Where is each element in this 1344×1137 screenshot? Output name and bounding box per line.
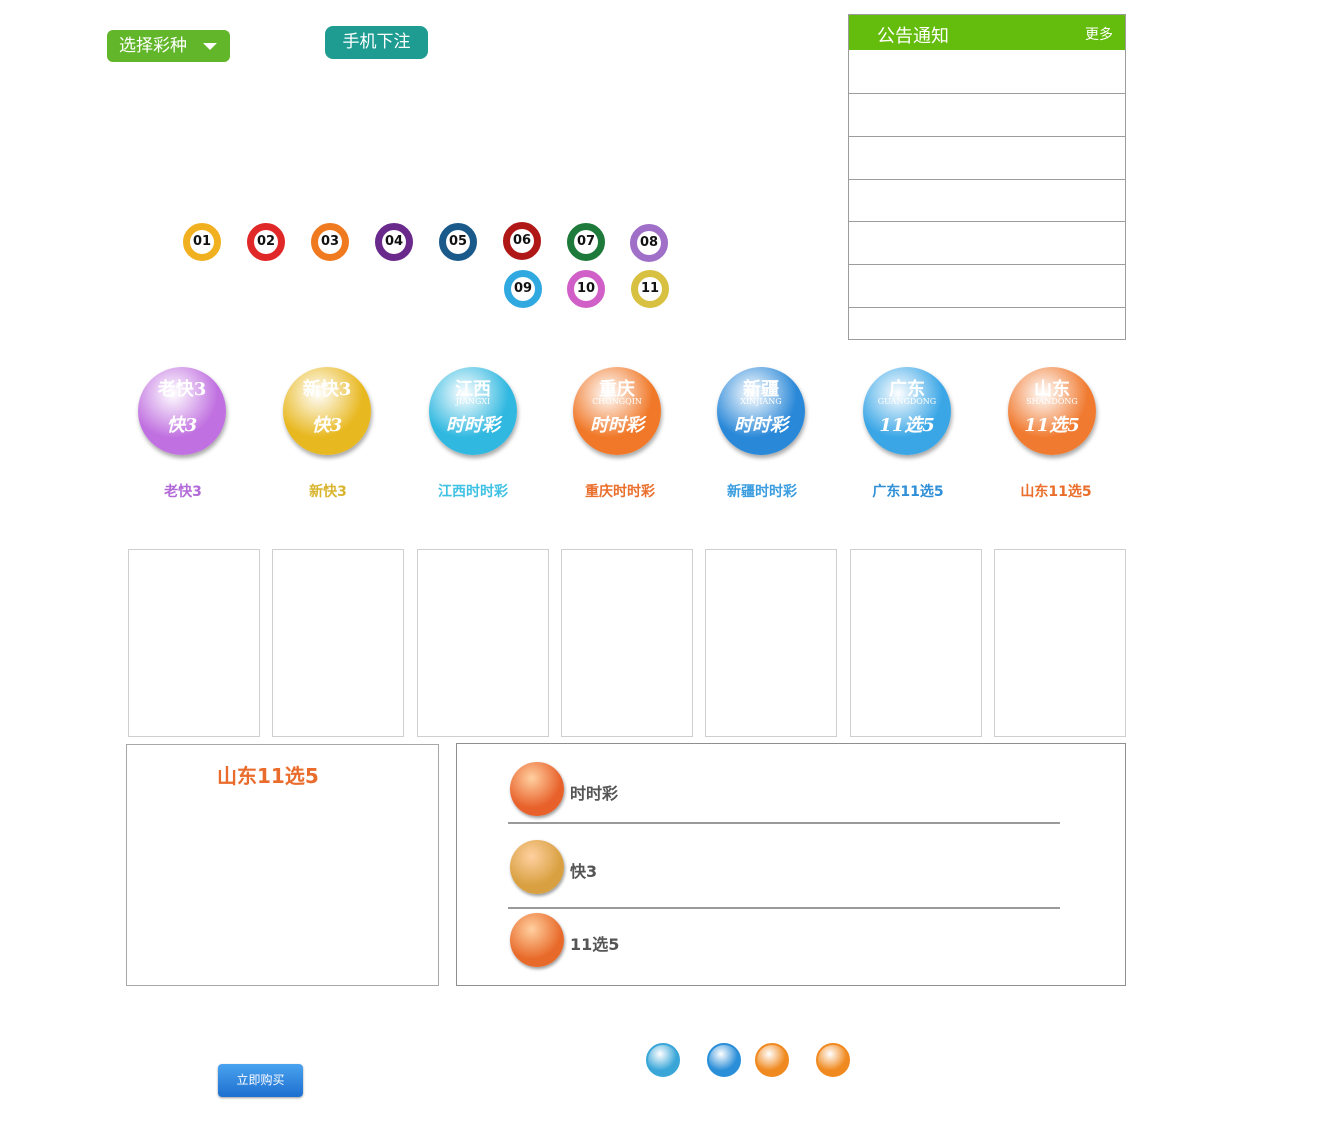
number-ball-label: 11	[638, 277, 662, 301]
mobile-bet-button[interactable]: 手机下注	[325, 26, 428, 59]
notice-panel: 公告通知 更多	[848, 14, 1126, 340]
content-panel-3	[417, 549, 549, 737]
notice-divider	[849, 221, 1125, 222]
lottery-icon[interactable]: 广东 GUANGDONG 11选5	[863, 367, 951, 455]
category-divider	[508, 822, 1060, 824]
lottery-icon-text: 快3	[311, 415, 343, 436]
number-ball[interactable]: 03	[311, 223, 349, 261]
buy-now-button[interactable]: 立即购买	[218, 1064, 303, 1097]
lottery-icon-text: GUANGDONG	[877, 397, 937, 406]
lottery-icon[interactable]: 山东 SHANDONG 11选5	[1008, 367, 1096, 455]
11x5-icon[interactable]	[510, 913, 564, 967]
lottery-icon-text: 11选5	[1024, 415, 1080, 436]
shield-icon[interactable]	[646, 1043, 680, 1077]
notice-divider	[849, 307, 1125, 308]
lottery-label[interactable]: 江西时时彩	[408, 481, 538, 501]
content-panel-7	[994, 549, 1126, 737]
lottery-label[interactable]: 山东11选5	[991, 481, 1121, 501]
compass-icon[interactable]	[707, 1043, 741, 1077]
lottery-icon[interactable]: 重庆 CHONGQIN 时时彩	[573, 367, 661, 455]
lottery-icon-text: JIANGXI	[455, 397, 491, 406]
number-ball[interactable]: 06	[503, 222, 541, 260]
number-ball[interactable]: 09	[504, 270, 542, 308]
category-label[interactable]: 时时彩	[570, 780, 618, 804]
lottery-label[interactable]: 老快3	[118, 481, 248, 501]
lottery-icon[interactable]: 江西 JIANGXI 时时彩	[429, 367, 517, 455]
lottery-icon[interactable]: 新疆 XINJIANG 时时彩	[717, 367, 805, 455]
notice-divider	[849, 179, 1125, 180]
lottery-icon-text: 11选5	[879, 415, 935, 436]
number-ball[interactable]: 10	[567, 270, 605, 308]
number-ball-label: 09	[511, 277, 535, 301]
lottery-icon-text: XINJIANG	[740, 397, 782, 406]
category-label[interactable]: 11选5	[570, 931, 619, 955]
notice-header: 公告通知 更多	[849, 15, 1125, 50]
notice-title: 公告通知	[877, 26, 949, 47]
lottery-icon-text: 时时彩	[446, 415, 500, 436]
number-ball-label: 06	[510, 229, 534, 253]
lottery-icon-text: 时时彩	[734, 415, 788, 436]
number-ball-label: 08	[637, 231, 661, 255]
card-icon[interactable]	[816, 1043, 850, 1077]
lottery-icon-text: 老快3	[157, 379, 207, 400]
content-panel-2	[272, 549, 404, 737]
lottery-icon-text: 新快3	[302, 379, 352, 400]
lottery-icon-text: SHANDONG	[1026, 397, 1078, 406]
number-ball[interactable]: 08	[630, 224, 668, 262]
number-ball[interactable]: 02	[247, 223, 285, 261]
notice-divider	[849, 93, 1125, 94]
lottery-icon[interactable]: 新快3 快3	[283, 367, 371, 455]
number-ball[interactable]: 04	[375, 223, 413, 261]
number-ball-label: 01	[190, 230, 214, 254]
lottery-detail-title: 山东11选5	[217, 764, 319, 788]
caret-down-icon	[203, 43, 217, 50]
content-panel-6	[850, 549, 982, 737]
number-ball[interactable]: 05	[439, 223, 477, 261]
number-ball-label: 07	[574, 230, 598, 254]
number-ball-label: 10	[574, 277, 598, 301]
lottery-label[interactable]: 重庆时时彩	[555, 481, 685, 501]
lottery-icon-text: 快3	[166, 415, 198, 436]
lottery-label[interactable]: 新疆时时彩	[697, 481, 827, 501]
content-panel-4	[561, 549, 693, 737]
lottery-icon-text: 时时彩	[590, 415, 644, 436]
category-label[interactable]: 快3	[570, 858, 597, 882]
k3-icon[interactable]	[510, 840, 564, 894]
lottery-icon[interactable]: 老快3 快3	[138, 367, 226, 455]
number-ball-label: 02	[254, 230, 278, 254]
select-lottery-label: 选择彩种	[119, 36, 187, 56]
notice-divider	[849, 136, 1125, 137]
ssc-icon[interactable]	[510, 762, 564, 816]
number-ball-label: 04	[382, 230, 406, 254]
lottery-label[interactable]: 新快3	[263, 481, 393, 501]
content-panel-1	[128, 549, 260, 737]
lottery-label[interactable]: 广东11选5	[843, 481, 973, 501]
lottery-detail-box: 山东11选5	[126, 744, 439, 986]
ball-icon[interactable]	[755, 1043, 789, 1077]
lottery-icon-text: CHONGQIN	[592, 397, 642, 406]
select-lottery-button[interactable]: 选择彩种	[107, 30, 230, 62]
notice-divider	[849, 264, 1125, 265]
number-ball-label: 05	[446, 230, 470, 254]
notice-more-link[interactable]: 更多	[1085, 24, 1113, 44]
number-ball[interactable]: 07	[567, 223, 605, 261]
number-ball[interactable]: 01	[183, 223, 221, 261]
category-divider	[508, 907, 1060, 909]
number-ball-label: 03	[318, 230, 342, 254]
content-panel-5	[705, 549, 837, 737]
number-ball[interactable]: 11	[631, 270, 669, 308]
